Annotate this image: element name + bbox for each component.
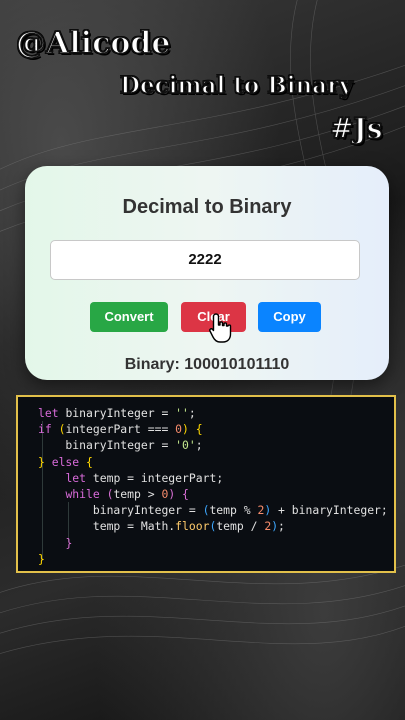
code-block: let binaryInteger = ''; if (integerPart =… <box>38 405 388 567</box>
code-line-2: if (integerPart === 0) { <box>38 422 203 437</box>
decimal-input[interactable]: 2222 <box>50 240 360 280</box>
hashtag: #Js <box>329 111 383 146</box>
copy-button[interactable]: Copy <box>258 302 321 332</box>
video-title: Decimal to Binary <box>119 71 353 100</box>
converter-card: Decimal to Binary 2222 Convert Clear Cop… <box>25 166 389 380</box>
code-line-9: } <box>65 535 73 550</box>
result-label: Binary: <box>124 356 180 373</box>
code-line-7: binaryInteger = (temp % 2) + binaryInteg… <box>38 503 388 518</box>
code-line-8: temp = Math.floor(temp / 2); <box>38 519 285 534</box>
code-line-3: binaryInteger = '0'; <box>38 438 203 453</box>
hand-cursor-icon <box>209 313 232 343</box>
convert-button[interactable]: Convert <box>90 302 168 332</box>
code-line-1: let binaryInteger = ''; <box>38 406 196 420</box>
result-value: 100010101110 <box>184 356 290 373</box>
code-line-6: while (temp > 0) { <box>65 486 189 501</box>
code-line-10: } <box>38 551 45 566</box>
code-panel: let binaryInteger = ''; if (integerPart =… <box>16 395 396 573</box>
binary-result: Binary: 100010101110 <box>25 356 389 374</box>
channel-handle: @Alicode <box>15 25 171 62</box>
app-heading: Decimal to Binary <box>122 196 292 218</box>
code-line-5: let temp = integerPart; <box>65 470 224 485</box>
code-line-4: } else { <box>38 454 93 469</box>
